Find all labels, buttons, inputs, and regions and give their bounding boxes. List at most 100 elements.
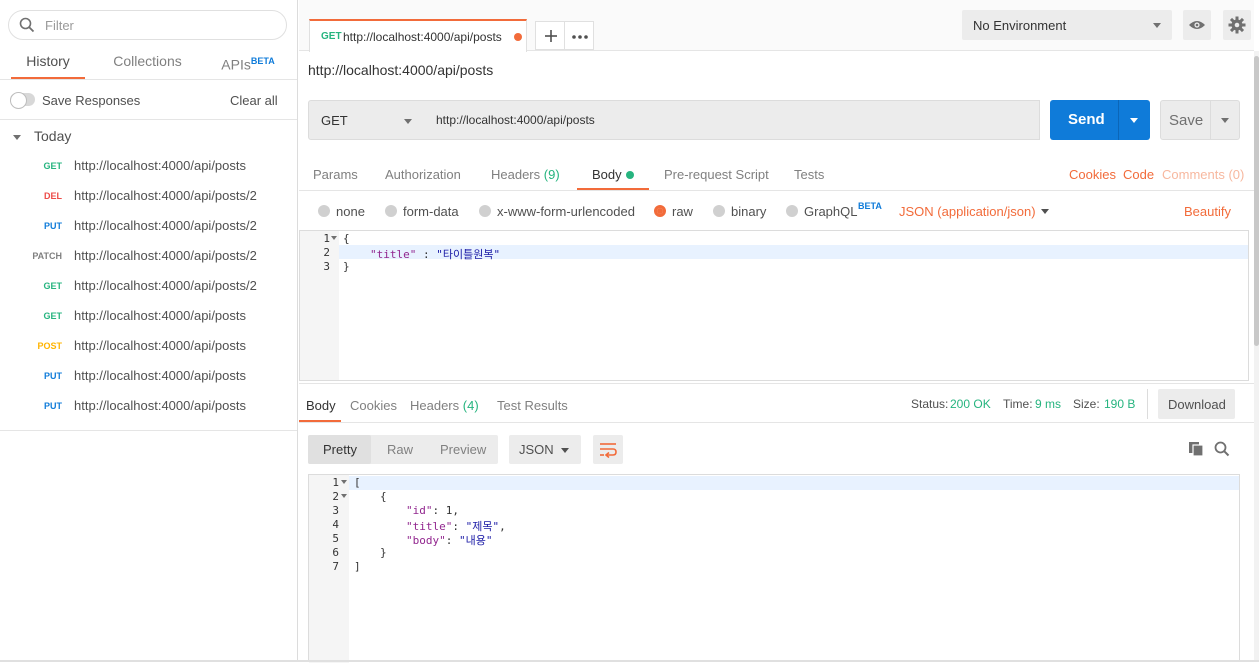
wrap-lines-button[interactable] xyxy=(593,435,623,464)
size-label: Size: xyxy=(1073,397,1100,411)
resp-tab-headers[interactable]: Headers (4) xyxy=(410,398,479,413)
response-body-viewer[interactable]: 1 2 3 4 5 6 7 [ { "id": 1, "title": "제목"… xyxy=(308,474,1240,663)
code-link[interactable]: Code xyxy=(1123,167,1154,182)
resp-tab-body[interactable]: Body xyxy=(306,398,336,413)
manage-environments-button[interactable] xyxy=(1223,10,1251,40)
search-icon[interactable] xyxy=(1214,441,1230,460)
tab-body[interactable]: Body xyxy=(592,167,622,182)
save-label: Save xyxy=(1169,112,1204,129)
environment-quick-look-button[interactable] xyxy=(1183,10,1211,40)
json-punct: : xyxy=(416,248,437,261)
radio-graphql[interactable] xyxy=(786,205,798,217)
save-responses-label: Save Responses xyxy=(42,93,141,108)
chevron-down-icon[interactable] xyxy=(1220,117,1230,124)
chevron-down-icon[interactable] xyxy=(1040,208,1050,215)
json-key: "id" xyxy=(406,504,433,517)
history-item-url: http://localhost:4000/api/posts xyxy=(74,158,247,173)
history-item[interactable]: PUT http://localhost:4000/api/posts xyxy=(0,390,297,420)
radio-none-label[interactable]: none xyxy=(336,204,365,219)
eye-icon xyxy=(1189,21,1205,29)
beautify-button[interactable]: Beautify xyxy=(1184,204,1231,219)
chevron-down-icon[interactable] xyxy=(1129,117,1139,124)
fold-arrow-icon[interactable] xyxy=(341,480,347,485)
send-split-divider xyxy=(1118,100,1119,140)
environment-select[interactable]: No Environment xyxy=(962,10,1172,40)
tab-collections[interactable]: Collections xyxy=(104,52,191,78)
radio-binary-label[interactable]: binary xyxy=(731,204,766,219)
fold-arrow-icon[interactable] xyxy=(331,236,337,241)
history-item-method: GET xyxy=(43,281,62,291)
request-tab[interactable]: GET http://localhost:4000/api/posts xyxy=(309,19,527,52)
history-item[interactable]: PUT http://localhost:4000/api/posts xyxy=(0,360,297,390)
tab-params[interactable]: Params xyxy=(313,167,358,182)
json-key: "title" xyxy=(370,248,417,261)
history-item[interactable]: GET http://localhost:4000/api/posts xyxy=(0,150,297,180)
history-item[interactable]: PUT http://localhost:4000/api/posts/2 xyxy=(0,210,297,240)
beta-badge: BETA xyxy=(250,56,275,66)
active-line-highlight xyxy=(309,476,1239,490)
save-button[interactable]: Save xyxy=(1160,100,1240,140)
history-item[interactable]: GET http://localhost:4000/api/posts xyxy=(0,300,297,330)
radio-urlencoded-label[interactable]: x-www-form-urlencoded xyxy=(497,204,635,219)
history-group-today[interactable]: Today xyxy=(34,128,71,144)
radio-none[interactable] xyxy=(318,205,330,217)
download-button[interactable]: Download xyxy=(1158,389,1235,419)
unsaved-dot-icon[interactable] xyxy=(514,33,522,41)
radio-urlencoded[interactable] xyxy=(479,205,491,217)
history-item-url: http://localhost:4000/api/posts/2 xyxy=(74,278,257,293)
tab-apis-label: APIs xyxy=(221,56,251,73)
tab-pre-request-script[interactable]: Pre-request Script xyxy=(664,167,769,182)
divider xyxy=(299,422,1254,423)
plus-icon xyxy=(545,30,557,42)
code-line: [ xyxy=(354,476,361,489)
request-body-editor[interactable]: 1 2 3 { "title" : "타이틀원복" } xyxy=(299,230,1249,381)
code-line: { xyxy=(380,490,387,503)
new-tab-button[interactable] xyxy=(535,21,565,50)
copy-icon[interactable] xyxy=(1188,441,1204,460)
filter-box[interactable] xyxy=(8,10,287,40)
comments-link[interactable]: Comments (0) xyxy=(1162,167,1244,182)
url-input[interactable]: http://localhost:4000/api/posts xyxy=(424,100,1040,140)
radio-raw[interactable] xyxy=(654,205,666,217)
divider xyxy=(0,79,297,80)
tab-authorization[interactable]: Authorization xyxy=(385,167,461,182)
line-number: 4 xyxy=(332,518,339,531)
preview-button[interactable]: Preview xyxy=(440,442,486,457)
tab-apis[interactable]: APIsBETA xyxy=(215,52,281,78)
send-label: Send xyxy=(1068,111,1105,128)
radio-form-data-label[interactable]: form-data xyxy=(403,204,459,219)
clear-all-button[interactable]: Clear all xyxy=(230,93,278,108)
tab-headers[interactable]: Headers (9) xyxy=(491,167,560,182)
history-item-method: DEL xyxy=(44,191,62,201)
radio-binary[interactable] xyxy=(713,205,725,217)
send-button[interactable]: Send xyxy=(1050,100,1150,140)
content-type-select[interactable]: JSON (application/json) xyxy=(899,204,1036,219)
history-item[interactable]: POST http://localhost:4000/api/posts xyxy=(0,330,297,360)
response-format-select[interactable]: JSON xyxy=(509,435,581,464)
history-item[interactable]: GET http://localhost:4000/api/posts/2 xyxy=(0,270,297,300)
scrollbar-thumb[interactable] xyxy=(1254,56,1259,346)
environment-value: No Environment xyxy=(973,18,1067,33)
code-line: ] xyxy=(354,560,361,573)
line-number: 7 xyxy=(332,560,339,573)
tab-tests[interactable]: Tests xyxy=(794,167,824,182)
line-number: 2 xyxy=(323,246,330,259)
history-item[interactable]: DEL http://localhost:4000/api/posts/2 xyxy=(0,180,297,210)
resp-tab-cookies[interactable]: Cookies xyxy=(350,398,397,413)
history-item-url: http://localhost:4000/api/posts xyxy=(74,338,247,353)
radio-form-data[interactable] xyxy=(385,205,397,217)
caret-down-icon[interactable] xyxy=(12,130,22,145)
filter-input[interactable] xyxy=(45,17,265,33)
raw-button[interactable]: Raw xyxy=(387,442,413,457)
request-name: http://localhost:4000/api/posts xyxy=(308,62,494,78)
radio-raw-label[interactable]: raw xyxy=(672,204,693,219)
fold-arrow-icon[interactable] xyxy=(341,494,347,499)
tab-options-button[interactable] xyxy=(564,21,594,50)
cookies-link[interactable]: Cookies xyxy=(1069,167,1116,182)
radio-graphql-label[interactable]: GraphQL xyxy=(804,204,857,219)
history-item[interactable]: PATCH http://localhost:4000/api/posts/2 xyxy=(0,240,297,270)
resp-tab-test-results[interactable]: Test Results xyxy=(497,398,568,413)
save-responses-toggle[interactable] xyxy=(10,92,35,109)
tab-history[interactable]: History xyxy=(11,52,85,79)
method-select[interactable]: GET xyxy=(308,100,425,140)
